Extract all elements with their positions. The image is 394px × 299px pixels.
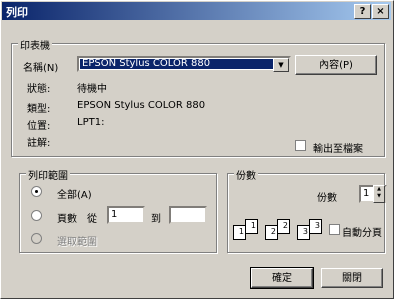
title-bar: 列印 ? ×	[2, 2, 391, 20]
collate-page: 1	[245, 219, 258, 234]
cancel-button[interactable]: 關閉	[321, 268, 383, 288]
print-dialog: 列印 ? × 印表機 名稱(N) EPSON Stylus COLOR 880 …	[0, 0, 394, 299]
print-to-file-checkbox[interactable]	[295, 140, 306, 151]
radio-pages-label: 頁數	[57, 214, 77, 225]
close-button[interactable]: ×	[372, 4, 389, 19]
type-label: 類型:	[27, 104, 51, 115]
collate-page: 2	[277, 219, 290, 234]
copies-label: 份數	[317, 193, 337, 204]
radio-selection-label: 選取範圍	[57, 237, 97, 248]
ok-button[interactable]: 確定	[250, 267, 314, 289]
collate-page: 3	[309, 219, 322, 234]
window-title: 列印	[6, 6, 28, 19]
radio-all-label: 全部(A)	[57, 190, 92, 201]
printer-name-select[interactable]: EPSON Stylus COLOR 880 ▼	[77, 56, 291, 72]
radio-selection[interactable]	[31, 233, 42, 244]
collate-label: 自動分頁	[342, 228, 382, 239]
print-to-file-label: 輸出至檔案	[313, 144, 363, 155]
radio-pages[interactable]	[31, 210, 42, 221]
where-label: 位置:	[27, 121, 51, 132]
printer-group-legend: 印表機	[18, 37, 52, 52]
from-page-input[interactable]: 1	[107, 206, 145, 224]
name-label: 名稱(N)	[23, 63, 59, 74]
print-range-legend: 列印範圍	[26, 167, 70, 182]
from-label: 從	[87, 214, 97, 225]
radio-all[interactable]	[31, 186, 42, 197]
copies-legend: 份數	[234, 167, 258, 182]
where-value: LPT1:	[77, 117, 105, 128]
printer-name-value: EPSON Stylus COLOR 880	[80, 59, 273, 69]
to-label: 到	[151, 214, 161, 225]
type-value: EPSON Stylus COLOR 880	[77, 100, 206, 111]
properties-button[interactable]: 內容(P)	[295, 55, 377, 75]
to-page-input[interactable]	[169, 206, 207, 224]
comment-label: 註解:	[27, 138, 51, 149]
collate-checkbox[interactable]	[329, 224, 340, 235]
status-value: 待機中	[77, 84, 107, 95]
status-label: 狀態:	[27, 84, 51, 95]
copies-spinner[interactable]: ▲ ▼	[373, 185, 385, 203]
chevron-down-icon[interactable]: ▼	[273, 58, 289, 72]
help-button[interactable]: ?	[354, 4, 371, 19]
